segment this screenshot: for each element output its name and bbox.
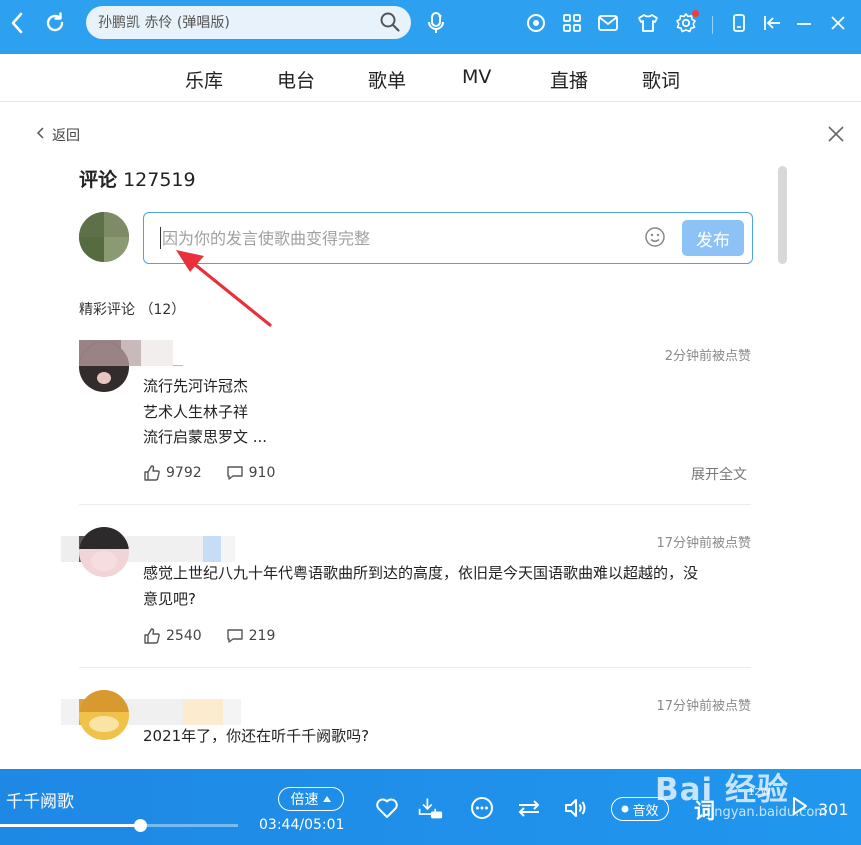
refresh-icon[interactable] xyxy=(42,10,68,36)
speed-label: 倍速 xyxy=(290,792,319,808)
song-name[interactable]: 千千阙歌 xyxy=(6,787,74,812)
featured-count: （12） xyxy=(139,302,186,318)
comment-divider xyxy=(79,667,751,668)
reply-button[interactable]: 219 xyxy=(226,627,276,645)
apps-grid-icon[interactable] xyxy=(560,11,584,35)
effect-dot-icon xyxy=(621,805,629,813)
comment-item: 2分钟前被点赞 流行先河许冠杰 艺术人生林子祥 流行启蒙思罗文 ... 9792… xyxy=(79,340,751,490)
settings-gear-icon[interactable] xyxy=(673,10,699,36)
nav-tab-mv[interactable]: MV xyxy=(462,66,491,88)
progress-fill xyxy=(0,824,140,827)
nav-tab-library[interactable]: 乐库 xyxy=(185,66,223,93)
mini-mode-icon[interactable] xyxy=(728,11,750,35)
comment-line: 艺术人生林子祥 xyxy=(143,402,249,421)
annotation-arrow-icon xyxy=(176,250,272,327)
minimize-icon[interactable] xyxy=(792,11,816,35)
heart-icon[interactable] xyxy=(374,795,400,821)
comment-line: 2021年了，你还在听千千阙歌吗? xyxy=(143,727,370,745)
like-button[interactable]: 2540 xyxy=(143,627,202,645)
nav-tab-playlists[interactable]: 歌单 xyxy=(368,66,406,93)
user-avatar[interactable] xyxy=(79,690,129,740)
comment-line: 感觉上世纪八九十年代粤语歌曲所到达的高度，依旧是今天国语歌曲难以超越的，没 xyxy=(143,564,699,582)
comments-title: 评论 127519 xyxy=(79,165,196,192)
featured-label-text: 精彩评论 xyxy=(79,302,135,318)
back-label: 返回 xyxy=(52,128,80,144)
reply-button[interactable]: 910 xyxy=(226,464,276,482)
like-time: 2分钟前被点赞 xyxy=(664,349,751,364)
comment-actions: 2540 219 xyxy=(143,627,299,645)
comment-text: 流行先河许冠杰 艺术人生林子祥 流行启蒙思罗文 ... xyxy=(143,374,267,451)
reply-count: 219 xyxy=(248,628,276,644)
comments-count: 127519 xyxy=(123,169,196,191)
comment-divider xyxy=(79,504,751,505)
watermark-badge: 12W xyxy=(748,787,771,798)
nav-tab-radio[interactable]: 电台 xyxy=(277,66,315,93)
search-input[interactable] xyxy=(98,6,368,39)
comment-text: 2021年了，你还在听千千阙歌吗? xyxy=(143,724,369,750)
reply-bubble-icon xyxy=(226,466,243,480)
text-caret xyxy=(160,227,161,249)
reply-count: 910 xyxy=(248,465,276,481)
progress-bar[interactable] xyxy=(0,819,238,832)
progress-knob[interactable] xyxy=(134,819,147,832)
comment-line: 流行先河许冠杰 xyxy=(143,377,249,395)
notification-dot xyxy=(692,10,699,17)
volume-icon[interactable] xyxy=(563,795,589,821)
like-button[interactable]: 9792 xyxy=(143,464,202,482)
reply-bubble-icon xyxy=(226,629,243,643)
playback-time: 03:44/05:01 xyxy=(259,817,345,833)
scrollbar-thumb[interactable] xyxy=(778,166,787,264)
comment-text: 感觉上世纪八九十年代粤语歌曲所到达的高度，依旧是今天国语歌曲难以超越的，没 意见… xyxy=(143,561,698,612)
publish-button[interactable]: 发布 xyxy=(682,220,744,256)
comment-line: 流行启蒙思罗文 ... xyxy=(143,428,268,446)
back-button[interactable]: 返回 xyxy=(36,125,80,145)
like-count: 9792 xyxy=(166,465,202,481)
comment-item: 17分钟前被点赞 2021年了，你还在听千千阙歌吗? xyxy=(61,690,751,780)
user-avatar[interactable] xyxy=(79,527,129,577)
toolbar-divider xyxy=(712,16,713,34)
close-panel-icon[interactable] xyxy=(826,124,848,146)
thumbs-up-icon xyxy=(144,465,160,481)
skin-shirt-icon[interactable] xyxy=(636,11,660,35)
mail-icon[interactable] xyxy=(596,11,620,35)
comment-item: 17分钟前被点赞 感觉上世纪八九十年代粤语歌曲所到达的高度，依旧是今天国语歌曲难… xyxy=(61,527,751,657)
back-arrow-icon[interactable] xyxy=(6,12,28,34)
nav-tab-live[interactable]: 直播 xyxy=(550,66,588,93)
comment-actions: 9792 910 xyxy=(143,464,299,482)
search-icon[interactable] xyxy=(379,11,401,33)
top-bar xyxy=(0,0,861,54)
voice-search-icon[interactable] xyxy=(424,10,448,36)
search-box xyxy=(86,6,411,39)
user-avatar[interactable] xyxy=(79,342,129,392)
watermark-url: jingyan.baidu.com xyxy=(707,805,827,820)
more-options-icon[interactable] xyxy=(469,795,495,821)
repeat-icon[interactable] xyxy=(516,795,542,821)
comments-title-label: 评论 xyxy=(79,169,118,191)
comment-line: 意见吧? xyxy=(143,589,196,608)
expand-full-text-link[interactable]: 展开全文 xyxy=(691,464,747,484)
app-window: 乐库 电台 歌单 MV 直播 歌词 返回 评论 127519 发布 xyxy=(0,0,861,845)
thumbs-up-icon xyxy=(144,628,160,644)
like-time: 17分钟前被点赞 xyxy=(656,536,751,551)
emoji-icon[interactable] xyxy=(644,226,668,250)
collapse-sidebar-icon[interactable] xyxy=(760,11,784,35)
download-vip-icon[interactable] xyxy=(417,795,443,821)
close-window-icon[interactable] xyxy=(826,11,850,35)
nav-tab-lyrics[interactable]: 歌词 xyxy=(642,66,680,93)
record-icon[interactable] xyxy=(524,11,548,35)
like-time: 17分钟前被点赞 xyxy=(656,699,751,714)
my-avatar xyxy=(79,212,129,262)
like-count: 2540 xyxy=(166,628,202,644)
chevron-left-icon xyxy=(36,126,46,144)
main-nav: 乐库 电台 歌单 MV 直播 歌词 xyxy=(0,54,861,102)
featured-comments-label: 精彩评论 （12） xyxy=(79,299,185,319)
speed-button[interactable]: 倍速 xyxy=(278,787,344,811)
caret-up-icon xyxy=(322,796,331,802)
